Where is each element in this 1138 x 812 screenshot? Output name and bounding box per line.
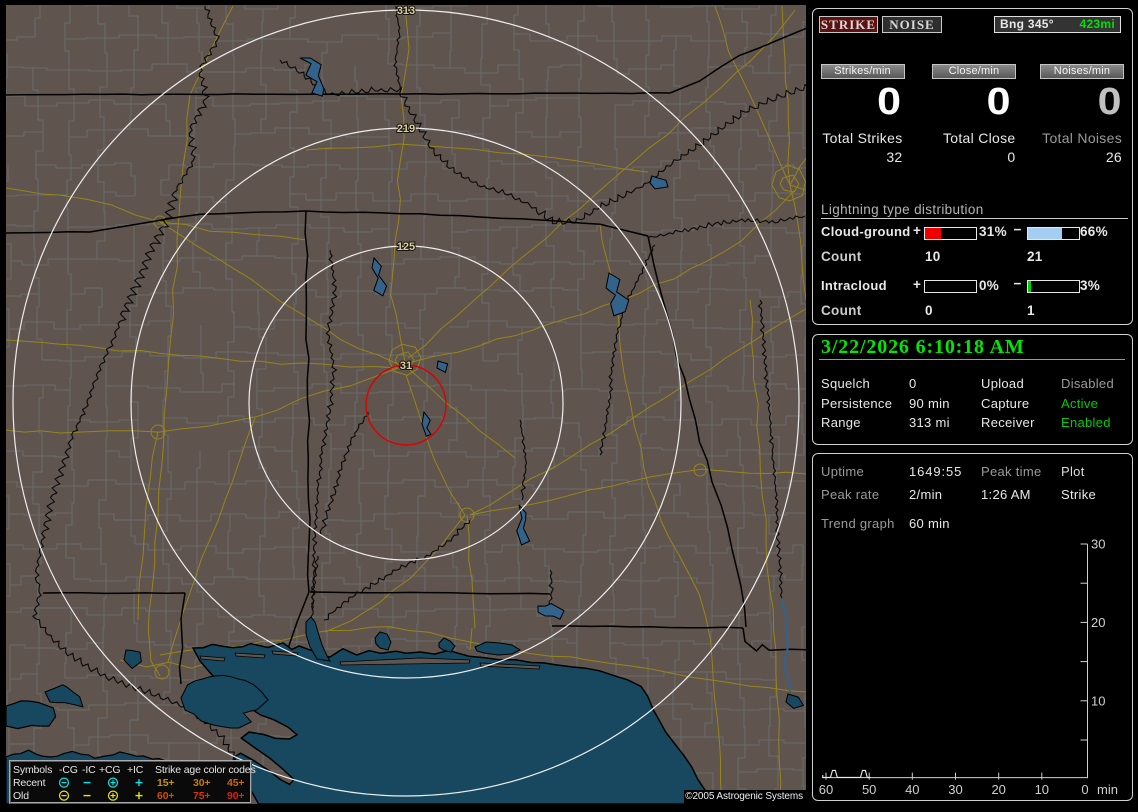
svg-text:min: min (1097, 782, 1118, 797)
svg-text:30: 30 (948, 782, 962, 797)
svg-text:20: 20 (1091, 615, 1105, 630)
svg-text:60: 60 (819, 782, 833, 797)
svg-text:10: 10 (1091, 693, 1105, 708)
svg-text:50: 50 (862, 782, 876, 797)
svg-text:219: 219 (397, 123, 415, 135)
svg-text:40: 40 (905, 782, 919, 797)
svg-text:125: 125 (397, 241, 415, 253)
svg-text:0: 0 (1081, 782, 1088, 797)
svg-text:10: 10 (1035, 782, 1049, 797)
svg-text:30: 30 (1091, 537, 1105, 552)
svg-text:313: 313 (397, 5, 415, 17)
svg-text:20: 20 (991, 782, 1005, 797)
svg-text:31: 31 (400, 360, 412, 372)
